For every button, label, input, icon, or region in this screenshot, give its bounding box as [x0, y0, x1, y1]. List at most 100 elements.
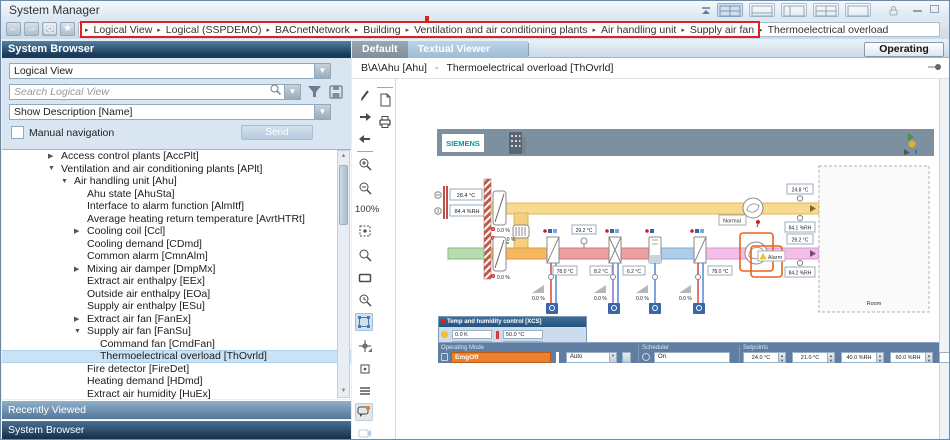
expand-icon[interactable]: ▶ — [74, 315, 87, 323]
tab-default[interactable]: Default — [352, 41, 408, 58]
setpoint-value[interactable]: 24.0 °C — [743, 352, 779, 363]
scheduler-value[interactable]: On — [654, 352, 730, 363]
select-frame-icon[interactable] — [355, 313, 373, 331]
save-search-icon[interactable] — [329, 85, 343, 104]
xcs-sp-heat[interactable]: 50.0 °C — [503, 330, 543, 339]
spinner-icon[interactable]: ▲▼ — [828, 352, 835, 363]
layout-cross-icon[interactable] — [813, 3, 839, 17]
layout-hsplit-icon[interactable] — [749, 3, 775, 17]
tree-item[interactable]: ▼Ventilation and air conditioning plants… — [2, 163, 351, 176]
setpoint-value[interactable]: 60.0 %RH — [890, 352, 926, 363]
mode-select[interactable]: Auto — [566, 352, 610, 363]
supply-fan-selected[interactable]: Alarm — [740, 233, 785, 277]
minimize-icon[interactable] — [913, 10, 922, 12]
heating-coil[interactable]: 0.0 % 78.0 °C — [532, 229, 577, 314]
view-selector[interactable]: Logical View ▼ — [9, 63, 331, 79]
tab-textual-viewer[interactable]: Textual Viewer — [408, 41, 528, 58]
tree-item[interactable]: Ahu state [AhuSta] — [2, 188, 351, 201]
viewport-frame-icon[interactable] — [356, 360, 374, 378]
setpoint-value[interactable]: 0.0 K — [939, 352, 950, 363]
chevron-down-icon[interactable]: ▼ — [284, 85, 300, 99]
breadcrumb-item[interactable]: Supply air fan — [690, 24, 754, 36]
operating-button[interactable]: Operating — [864, 42, 944, 57]
step-back-icon[interactable] — [356, 130, 374, 148]
expand-icon[interactable]: ▶ — [74, 265, 87, 273]
setpoint-value[interactable]: 21.0 °C — [792, 352, 828, 363]
setpoint-value[interactable]: 40.0 %RH — [841, 352, 877, 363]
edit-pen-icon[interactable] — [356, 86, 374, 104]
tree-item[interactable]: ▼Air handling unit [Ahu] — [2, 175, 351, 188]
scroll-up-icon[interactable]: ▲ — [338, 151, 349, 162]
layout-quad-icon[interactable] — [717, 3, 743, 17]
tree-item[interactable]: ▶Cooling coil [Ccl] — [2, 225, 351, 238]
setpoint-field[interactable]: 60.0 %RH▲▼ — [890, 352, 933, 363]
tree-item[interactable]: Common alarm [CmnAlm] — [2, 250, 351, 263]
tree-item[interactable]: ▶Extract air fan [FanEx] — [2, 313, 351, 326]
setpoint-field[interactable]: 24.0 °C▲▼ — [743, 352, 786, 363]
setpoint-field[interactable]: 0.0 K▲▼ — [939, 352, 950, 363]
search-icon[interactable] — [269, 83, 284, 101]
tree-item[interactable]: ▶Mixing air damper [DmpMx] — [2, 263, 351, 276]
tree-scrollbar[interactable]: ▲ ▼ — [337, 150, 350, 398]
breadcrumb-item[interactable]: Air handling unit — [601, 24, 676, 36]
search-bubble-icon[interactable] — [355, 403, 373, 421]
tree-item[interactable]: Heating demand [HDmd] — [2, 375, 351, 388]
step-forward-icon[interactable] — [356, 108, 374, 126]
send-button[interactable]: Send — [241, 125, 313, 140]
forward-arrow-icon[interactable]: → — [24, 22, 39, 36]
tree-item[interactable]: Extract air humidity [HuEx] — [2, 388, 351, 400]
system-browser-header[interactable]: System Browser — [2, 41, 351, 58]
expand-icon[interactable]: ▶ — [48, 152, 61, 160]
zoom-in-icon[interactable] — [356, 155, 374, 173]
spinner-icon[interactable]: ▲▼ — [877, 352, 884, 363]
tree-item[interactable]: Fire detector [FireDet] — [2, 363, 351, 376]
breadcrumb-item[interactable]: BACnetNetwork — [275, 24, 350, 36]
tree-item[interactable]: Thermoelectrical overload [ThOvrld] — [2, 350, 351, 363]
magnifier-icon[interactable] — [356, 246, 374, 264]
spinner-icon[interactable]: ▲▼ — [926, 352, 933, 363]
collapse-icon[interactable]: ▼ — [74, 328, 87, 335]
setpoint-field[interactable]: 21.0 °C▲▼ — [792, 352, 835, 363]
scroll-down-icon[interactable]: ▼ — [338, 386, 349, 397]
tree-item[interactable]: Cooling demand [CDmd] — [2, 238, 351, 251]
xcs-dt-heat[interactable]: 0.0 K — [452, 330, 492, 339]
canvas-scrollbar[interactable] — [939, 79, 949, 440]
tree-item[interactable]: Command fan [CmdFan] — [2, 338, 351, 351]
fit-view-icon[interactable] — [356, 222, 374, 240]
tree-item[interactable]: Outside air enthalpy [EOa] — [2, 288, 351, 301]
outside-air-damper[interactable]: 0.0 % 100.0 % — [491, 191, 516, 244]
breadcrumb-item[interactable]: Thermoelectrical overload — [768, 24, 889, 36]
tree-item[interactable]: Supply air enthalpy [ESu] — [2, 300, 351, 313]
back-arrow-icon[interactable]: ← — [6, 22, 21, 36]
layout-single-icon[interactable] — [845, 3, 871, 17]
zoom-out-icon[interactable] — [356, 179, 374, 197]
pan-crosshair-icon[interactable] — [356, 337, 374, 355]
history-icon[interactable] — [42, 22, 57, 36]
tree-item[interactable]: Interface to alarm function [AlmItf] — [2, 200, 351, 213]
search-input[interactable]: Search Logical View ▼ — [9, 84, 301, 100]
manual-navigation-checkbox[interactable] — [11, 126, 24, 139]
pin-icon[interactable] — [928, 62, 942, 74]
maximize-icon[interactable] — [930, 5, 939, 13]
chevron-down-icon[interactable]: ▼ — [314, 64, 330, 78]
tree-item[interactable]: ▼Supply air fan [FanSu] — [2, 325, 351, 338]
mode-select-dropdown-icon[interactable]: ▼ — [610, 352, 617, 363]
breadcrumb-item[interactable]: Logical (SSPDEMO) — [166, 24, 262, 36]
system-browser-footer[interactable]: System Browser — [2, 420, 351, 439]
description-selector[interactable]: Show Description [Name] ▼ — [9, 104, 331, 120]
recently-viewed-header[interactable]: Recently Viewed — [2, 400, 351, 419]
collapse-icon[interactable]: ▼ — [48, 165, 61, 172]
filter-icon[interactable] — [307, 85, 322, 104]
chevron-down-icon[interactable]: ▼ — [314, 105, 330, 119]
layers-icon[interactable] — [356, 382, 374, 400]
collapse-icon[interactable]: ▼ — [61, 178, 74, 185]
new-document-icon[interactable] — [376, 91, 394, 109]
spinner-icon[interactable]: ▲▼ — [779, 352, 786, 363]
breadcrumb-item[interactable]: Building — [363, 24, 400, 36]
layout-vsplit-icon[interactable] — [781, 3, 807, 17]
breadcrumb-item[interactable]: Logical View — [94, 24, 153, 36]
dynamic-zoom-icon[interactable] — [356, 291, 374, 309]
scrollbar-thumb[interactable] — [339, 165, 348, 225]
mode-extra-button[interactable] — [622, 352, 631, 363]
recirculation-damper[interactable] — [513, 225, 529, 238]
